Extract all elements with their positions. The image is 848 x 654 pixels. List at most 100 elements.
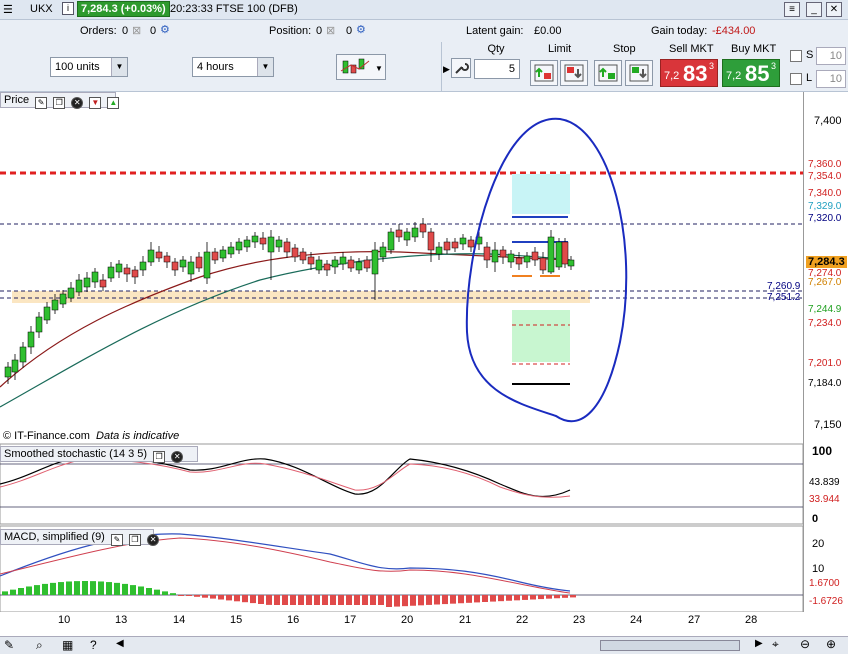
qty-input[interactable]: 5 [474,59,520,79]
macd-bar [538,595,544,600]
trade-toolbar: Orders: 0 ⊠ 0 ⚙ Position: 0 ⊠ 0 ⚙ Latent… [0,20,848,112]
x-tick: 24 [630,614,643,626]
search-icon[interactable]: ⌕ [36,638,43,653]
candle-body [11,359,19,373]
candle-body [243,239,251,248]
macd-bar [338,595,344,605]
price-tag: 7,267.0 [808,277,842,288]
macd-bar [218,595,224,600]
macd-bar [226,595,232,601]
close-icon[interactable]: ✕ [171,451,184,463]
x-tick: 10 [58,614,71,626]
restore-icon[interactable]: ❐ [153,451,166,463]
candle-body [411,227,419,238]
stop-sell-button[interactable] [625,60,653,86]
close-icon[interactable]: ✕ [147,534,160,546]
wrench-icon[interactable]: ✎ [110,534,123,546]
close-button[interactable]: ✕ [826,2,842,17]
wrench-icon[interactable] [451,58,471,78]
limit-sell-button[interactable] [560,60,588,86]
restore-icon[interactable]: ❐ [128,534,141,546]
macd-bar [346,595,352,605]
price-tag: 7,244.9 [808,304,842,315]
minimize-button[interactable]: _ [806,2,822,17]
s-input[interactable]: 10 [816,47,846,65]
calculator-icon[interactable]: ▦ [62,638,73,652]
macd-bar [154,589,160,595]
info-icon[interactable]: i [62,2,74,15]
macd-bar [434,595,440,605]
macd-bar [242,595,248,603]
macd-bar [274,595,280,605]
macd-bar [106,582,112,595]
l-input[interactable]: 10 [816,70,846,88]
price-tag: 7,284.3 [806,256,847,268]
window-menu-icon[interactable]: ☰ [3,3,13,16]
candle-body [363,259,371,269]
stoch-value-1: 43.839 [809,477,840,488]
macd-bar [386,595,392,607]
candle-body [435,246,443,255]
s-checkbox[interactable] [790,50,802,62]
candle-body [155,251,163,259]
candle-body [211,251,219,261]
zoom-out-icon[interactable]: ⊖ [800,637,810,651]
l-label: L [806,72,813,84]
candle-body [539,257,547,271]
limit-buy-button[interactable] [530,60,558,86]
macd-bar [82,581,88,595]
macd-bar [18,588,24,595]
buy-market-button[interactable]: 7,2 85 3 [722,59,780,87]
stop-buy-button[interactable] [594,60,622,86]
wrench-icon[interactable]: ✎ [35,97,48,109]
macd-bar [490,595,496,602]
latent-gain-label: Latent gain: [466,25,524,37]
draw-tool-icon[interactable]: ✎ [4,638,14,652]
candle-body [331,259,339,268]
units-select[interactable]: 100 units ▼ [50,57,128,77]
scroll-left-icon[interactable]: ◀ [116,638,124,649]
price-tag: 7,360.0 [808,159,842,170]
move-up-icon[interactable]: ▲ [107,97,120,109]
collapse-arrow-icon[interactable]: ▶ [443,64,450,75]
candle-body [59,293,67,305]
price-tag: 7,320.0 [808,213,842,224]
menu-button[interactable]: ≡ [784,2,800,17]
restore-icon[interactable]: ❐ [53,97,66,109]
macd-bar [122,583,128,595]
close-icon[interactable]: ✕ [71,97,84,109]
macd-bar [458,595,464,604]
candle-body [283,241,291,253]
l-checkbox[interactable] [790,73,802,85]
macd-bar [58,582,64,595]
time-scrollbar[interactable] [600,640,740,651]
candle-body [467,239,475,248]
cancel-orders-icon[interactable]: ⊠ [132,24,141,37]
orders-settings-icon[interactable]: ⚙ [160,23,170,36]
candle-body [523,255,531,263]
macd-bar [322,595,328,605]
price-axis: 7,400 7,150 7,360.0 7,354.0 7,340.0 7,329.0… [803,92,848,612]
orders-label: Orders: [80,25,117,37]
zoom-in-icon[interactable]: ⊕ [826,637,836,651]
move-down-icon[interactable]: ▼ [89,97,102,109]
scroll-right-icon[interactable]: ▶ [755,638,763,649]
zoom-fit-icon[interactable]: ⌖ [772,637,779,652]
candle-body [4,366,12,378]
s-label: S [806,49,814,61]
help-icon[interactable]: ? [90,638,97,652]
bottom-toolbar: ✎ ⌕ ▦ ? ◀ ▶ ⌖ ⊖ ⊕ [0,636,848,654]
stochastic-panel-title: Smoothed stochastic (14 3 5) [4,448,148,460]
price-panel-title: Price [4,94,30,106]
chart-type-button[interactable]: ▼ [336,54,386,80]
interval-select[interactable]: 4 hours ▼ [192,57,274,77]
buy-mkt-label: Buy MKT [731,43,777,55]
sell-market-button[interactable]: 7,2 83 3 [660,59,718,87]
close-position-icon[interactable]: ⊠ [326,24,335,37]
candle-body [75,279,83,293]
macd-bar [522,595,528,600]
x-tick: 13 [115,614,128,626]
x-tick: 23 [573,614,586,626]
candle-body [459,237,467,245]
position-settings-icon[interactable]: ⚙ [356,23,366,36]
